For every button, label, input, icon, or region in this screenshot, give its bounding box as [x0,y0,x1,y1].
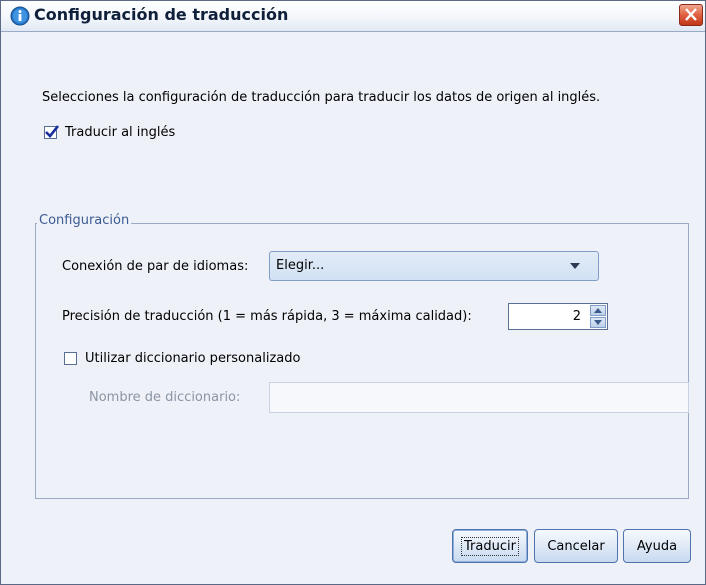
custom-dictionary-checkbox[interactable] [64,352,77,365]
accuracy-label: Precisión de traducción (1 = más rápida,… [62,309,472,324]
language-pair-combobox[interactable]: Elegir... [269,251,599,281]
translate-button-label: Traducir [461,536,519,556]
translate-to-english-label: Traducir al inglés [65,125,176,140]
custom-dictionary-label: Utilizar diccionario personalizado [85,351,301,366]
chevron-down-icon [570,263,580,269]
accuracy-spinner[interactable]: 2 [508,303,608,330]
arrow-up-icon [594,308,602,313]
translate-button[interactable]: Traducir [452,529,528,563]
dictionary-name-field[interactable] [269,382,689,413]
language-pair-label: Conexión de par de idiomas: [62,259,249,274]
custom-dictionary-option[interactable]: Utilizar diccionario personalizado [64,351,300,366]
translate-to-english-checkbox[interactable] [44,125,60,139]
configuration-group-title: Configuración [37,213,132,228]
dictionary-name-label: Nombre de diccionario: [89,390,241,405]
arrow-down-icon [594,320,602,325]
increment-button[interactable] [590,305,606,316]
info-icon [10,6,30,26]
cancel-button[interactable]: Cancelar [534,529,618,563]
checkmark-icon [45,125,60,138]
decrement-button[interactable] [590,317,606,328]
language-pair-value: Elegir... [276,258,325,273]
close-icon [685,8,697,21]
translation-settings-dialog: Configuración de traducción Selecciones … [0,0,706,585]
dialog-description: Selecciones la configuración de traducci… [42,90,601,105]
close-button[interactable] [679,4,703,26]
dialog-title: Configuración de traducción [34,5,289,24]
translate-to-english-option[interactable]: Traducir al inglés [44,125,175,140]
accuracy-value: 2 [572,309,581,324]
title-bar[interactable]: Configuración de traducción [1,1,705,32]
cancel-button-label: Cancelar [547,538,605,554]
help-button[interactable]: Ayuda [623,529,691,563]
help-button-label: Ayuda [636,538,678,554]
